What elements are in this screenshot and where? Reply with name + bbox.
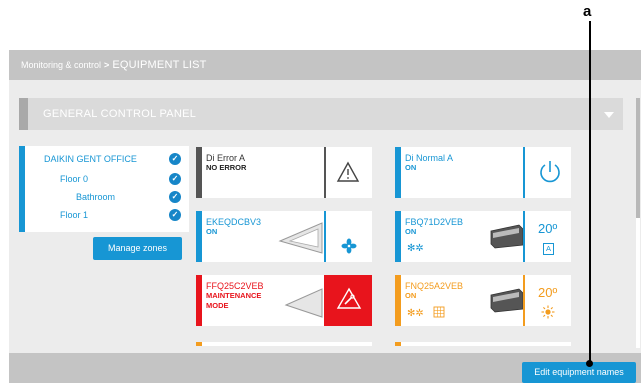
breadcrumb-current: EQUIPMENT LIST (112, 59, 207, 71)
card-name: FNQ25A2VEB (405, 281, 464, 291)
card-status: ON (405, 291, 417, 300)
power-icon[interactable] (536, 158, 564, 186)
card-status: ON (405, 227, 417, 236)
card-status-line-1: MAINTENANCE (206, 291, 262, 300)
breadcrumb-separator: > (104, 60, 110, 70)
temperature-setpoint: 20º (538, 285, 558, 300)
heating-mode-icon (541, 305, 555, 319)
top-bar: Monitoring & control > EQUIPMENT LIST (9, 50, 641, 80)
card-status-bar (196, 211, 202, 262)
zone-item-floor-1[interactable]: Floor 1 (60, 210, 88, 220)
scrollbar[interactable] (636, 98, 640, 348)
equipment-card-partial (196, 342, 372, 346)
card-status-bar (196, 275, 202, 326)
cassette-unit-image (278, 222, 323, 254)
zone-item-office[interactable]: DAIKIN GENT OFFICE (44, 154, 137, 164)
fan-icon (341, 238, 357, 254)
card-status: ON (405, 163, 417, 172)
check-icon[interactable]: ✓ (169, 153, 181, 165)
zones-accent-bar (19, 146, 25, 232)
callout-label: a (583, 3, 592, 20)
check-icon[interactable]: ✓ (169, 173, 181, 185)
card-status: NO ERROR (206, 163, 247, 172)
panel-accent-bar (19, 98, 28, 130)
card-name: EKEQDCBV3 (206, 217, 262, 227)
equipment-card-fnq25a2veb[interactable]: FNQ25A2VEB ON ✻✲ 20º (395, 275, 571, 326)
card-name: Di Error A (206, 153, 246, 163)
manage-zones-button[interactable]: Manage zones (93, 237, 182, 260)
card-name: FFQ25C2VEB (206, 281, 264, 291)
card-divider (324, 211, 326, 262)
equipment-card-ekeqdcbv3[interactable]: EKEQDCBV3 ON (196, 211, 372, 262)
card-status-line-2: MODE (206, 301, 229, 310)
check-icon[interactable]: ✓ (169, 191, 181, 203)
card-divider (523, 211, 525, 262)
card-name: Di Normal A (405, 153, 454, 163)
auto-mode-icon: A (543, 243, 554, 255)
card-status-bar (395, 211, 401, 262)
card-status-bar (395, 275, 401, 326)
zone-item-floor-0[interactable]: Floor 0 (60, 174, 88, 184)
svg-text:✻✲: ✻✲ (407, 308, 424, 319)
card-status-bar (196, 147, 202, 198)
svg-text:✻✲: ✻✲ (407, 243, 424, 253)
ducted-unit-image (490, 288, 524, 313)
scrollbar-thumb[interactable] (636, 98, 640, 218)
callout-dot (586, 360, 593, 367)
temperature-setpoint: 20º (538, 221, 558, 236)
warning-triangle-icon (336, 161, 360, 182)
equipment-card-ffq25c2veb[interactable]: FFQ25C2VEB MAINTENANCE MODE (196, 275, 372, 326)
equipment-card-partial (395, 342, 571, 346)
callout-line (589, 21, 591, 363)
equipment-card-di-error-a[interactable]: Di Error A NO ERROR (196, 147, 372, 198)
cassette-unit-image (284, 288, 323, 318)
equipment-card-fbq71d2veb[interactable]: FBQ71D2VEB ON ✻✲ 20º A (395, 211, 571, 262)
ducted-unit-image (490, 224, 524, 249)
breadcrumb: Monitoring & control > EQUIPMENT LIST (21, 59, 207, 71)
panel-title: GENERAL CONTROL PANEL (43, 108, 197, 120)
chevron-down-icon[interactable] (604, 112, 614, 118)
maintenance-warning-icon (336, 287, 362, 309)
card-divider (523, 147, 525, 198)
check-icon[interactable]: ✓ (169, 209, 181, 221)
breadcrumb-parent[interactable]: Monitoring & control (21, 60, 101, 70)
card-divider (523, 275, 525, 326)
card-status-bar (395, 147, 401, 198)
equipment-card-di-normal-a[interactable]: Di Normal A ON (395, 147, 571, 198)
zone-item-bathroom[interactable]: Bathroom (76, 192, 115, 202)
app-window: Monitoring & control > EQUIPMENT LIST GENE… (9, 50, 641, 383)
general-control-panel-header[interactable]: GENERAL CONTROL PANEL (19, 98, 623, 130)
maintenance-badge (324, 275, 372, 326)
card-name: FBQ71D2VEB (405, 217, 464, 227)
zones-panel: DAIKIN GENT OFFICE ✓ Floor 0 ✓ Bathroom … (19, 146, 189, 232)
cooling-heating-grid-icon: ✻✲ (407, 306, 445, 319)
cooling-heating-mode-icon: ✻✲ (407, 243, 424, 253)
card-divider (324, 147, 326, 198)
edit-equipment-names-button[interactable]: Edit equipment names (522, 362, 636, 383)
card-status: ON (206, 227, 218, 236)
